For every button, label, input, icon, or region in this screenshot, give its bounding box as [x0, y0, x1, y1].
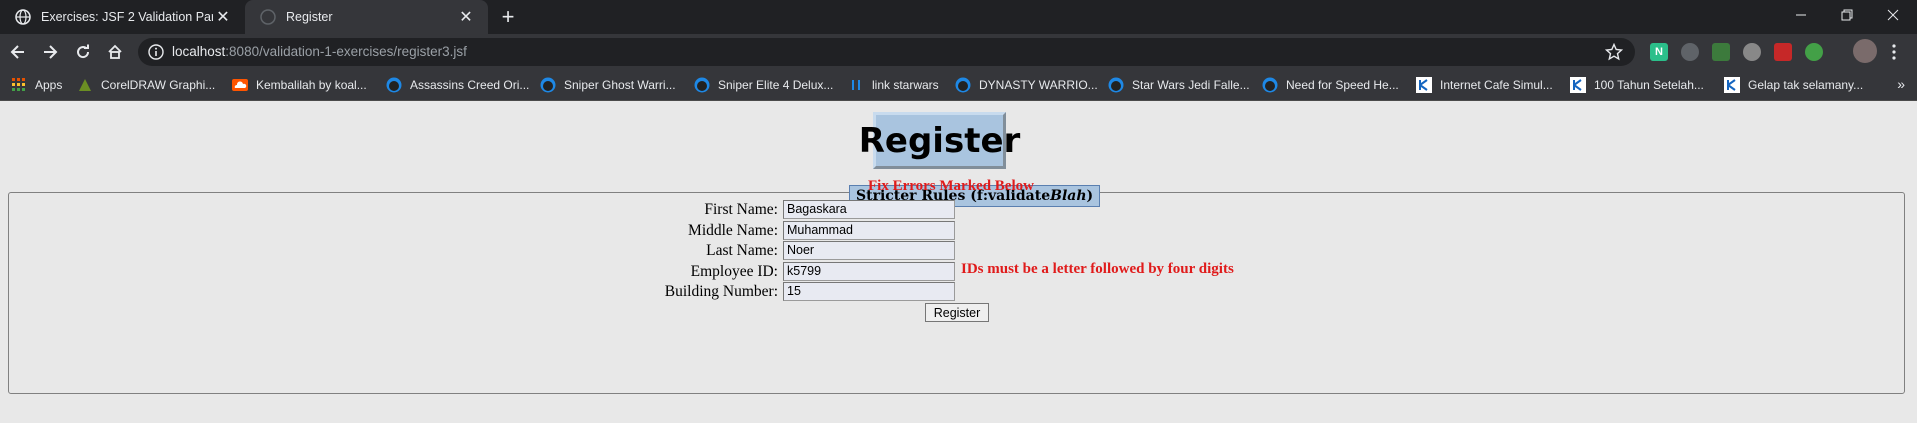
employee-id-error: IDs must be a letter followed by four di…	[961, 261, 1234, 277]
site-info-icon[interactable]	[148, 44, 164, 60]
bookmark-label: Sniper Elite 4 Delux...	[718, 78, 834, 92]
bookmark-label: Gelap tak selamany...	[1748, 78, 1864, 92]
bookmark-star-wars-jedi[interactable]: Star Wars Jedi Falle...	[1108, 76, 1250, 94]
bookmark-kembalilah[interactable]: Kembalilah by koal...	[232, 76, 367, 94]
bookmark-label: Internet Cafe Simul...	[1440, 78, 1553, 92]
page-title: Register	[859, 112, 1020, 169]
employee-id-input[interactable]: k5799	[783, 262, 955, 281]
bookmark-label: Kembalilah by koal...	[256, 78, 367, 92]
avatar[interactable]	[1853, 39, 1877, 63]
legend-italic: Blah	[1050, 188, 1087, 204]
restore-icon[interactable]	[1824, 0, 1870, 30]
tab-title: Exercises: JSF 2 Validation Part 1	[41, 10, 213, 24]
back-icon[interactable]	[6, 40, 30, 64]
game-site-icon	[386, 77, 402, 93]
employee-id-label: Employee ID:	[690, 263, 778, 280]
game-site-icon	[540, 77, 556, 93]
bookmark-assassins-creed[interactable]: Assassins Creed Ori...	[386, 76, 529, 94]
k-site-icon	[1416, 77, 1432, 93]
bookmark-100-tahun[interactable]: 100 Tahun Setelah...	[1570, 76, 1704, 94]
close-tab-icon[interactable]: ✕	[213, 7, 233, 27]
apps-grid-icon	[11, 77, 27, 93]
building-number-input[interactable]: 15	[783, 282, 955, 301]
first-name-input[interactable]: Bagaskara	[783, 200, 955, 219]
bookmark-sniper-elite[interactable]: Sniper Elite 4 Delux...	[694, 76, 833, 94]
bookmark-dynasty-warriors[interactable]: DYNASTY WARRIO...	[955, 76, 1098, 94]
menu-kebab-icon[interactable]	[1888, 43, 1900, 61]
extension-green-icon[interactable]	[1712, 43, 1730, 61]
url-text: localhost:8080/validation-1-exercises/re…	[172, 44, 467, 59]
bookmark-gelap-tak-selamanya[interactable]: Gelap tak selamany...	[1724, 76, 1863, 94]
coreldraw-icon	[77, 77, 93, 93]
bookmark-label: DYNASTY WARRIO...	[979, 78, 1098, 92]
url-host: localhost	[172, 44, 226, 59]
game-site-icon	[1108, 77, 1124, 93]
browser-toolbar: localhost:8080/validation-1-exercises/re…	[0, 34, 1917, 69]
more-bookmarks-icon[interactable]: »	[1897, 76, 1905, 92]
extension-bulb-icon[interactable]	[1681, 43, 1699, 61]
extension-circle-icon[interactable]	[1743, 43, 1761, 61]
tab-exercises[interactable]: Exercises: JSF 2 Validation Part 1 ✕	[0, 0, 245, 34]
forward-icon[interactable]	[38, 40, 62, 64]
bookmark-label: Apps	[35, 78, 63, 92]
bookmark-coreldraw[interactable]: CorelDRAW Graphi...	[77, 76, 215, 94]
home-icon[interactable]	[103, 40, 127, 64]
legend-suffix: )	[1086, 188, 1094, 204]
globe-icon	[15, 9, 31, 25]
extension-red-icon[interactable]	[1774, 43, 1792, 61]
extension-n-icon[interactable]: N	[1650, 43, 1668, 61]
close-window-icon[interactable]	[1870, 0, 1916, 30]
bookmarks-bar: Apps CorelDRAW Graphi... Kembalilah by k…	[0, 69, 1917, 101]
page-content: Register Stricter Rules (f:validateBlah)…	[0, 101, 1917, 423]
tab-register[interactable]: Register ✕	[245, 0, 488, 34]
game-site-icon	[1262, 77, 1278, 93]
page-icon	[260, 9, 276, 25]
soundcloud-icon	[232, 77, 248, 93]
bookmark-internet-cafe[interactable]: Internet Cafe Simul...	[1416, 76, 1553, 94]
url-path: :8080/validation-1-exercises/register3.j…	[225, 44, 467, 59]
bookmark-label: Assassins Creed Ori...	[410, 78, 530, 92]
error-summary: Fix Errors Marked Below	[868, 178, 1034, 194]
tab-strip: Exercises: JSF 2 Validation Part 1 ✕ Reg…	[0, 0, 1917, 34]
bookmark-label: link starwars	[872, 78, 939, 92]
new-tab-button[interactable]: +	[497, 6, 519, 28]
tab-title: Register	[286, 10, 333, 24]
address-bar[interactable]: localhost:8080/validation-1-exercises/re…	[138, 38, 1635, 66]
close-tab-icon[interactable]: ✕	[456, 7, 476, 27]
k-site-icon	[1724, 77, 1740, 93]
middle-name-label: Middle Name:	[688, 222, 778, 239]
bookmark-label: Star Wars Jedi Falle...	[1132, 78, 1250, 92]
bookmark-label: Sniper Ghost Warri...	[564, 78, 676, 92]
bookmark-link-starwars[interactable]: link starwars	[848, 76, 939, 94]
game-site-icon	[955, 77, 971, 93]
first-name-label: First Name:	[704, 201, 778, 218]
bookmark-label: 100 Tahun Setelah...	[1594, 78, 1704, 92]
bookmark-apps[interactable]: Apps	[11, 76, 62, 94]
bookmark-star-icon[interactable]	[1604, 42, 1624, 61]
bookmark-label: Need for Speed He...	[1286, 78, 1399, 92]
last-name-label: Last Name:	[706, 242, 778, 259]
k-site-icon	[1570, 77, 1586, 93]
extension-thumb-icon[interactable]	[1805, 43, 1823, 61]
minimize-icon[interactable]	[1778, 0, 1824, 30]
middle-name-input[interactable]: Muhammad	[783, 221, 955, 240]
reload-icon[interactable]	[71, 40, 95, 64]
bookmark-label: CorelDRAW Graphi...	[101, 78, 216, 92]
game-site-icon	[694, 77, 710, 93]
last-name-input[interactable]: Noer	[783, 241, 955, 260]
building-number-label: Building Number:	[664, 283, 778, 300]
bookmark-need-for-speed[interactable]: Need for Speed He...	[1262, 76, 1399, 94]
link-icon	[848, 77, 864, 93]
register-button[interactable]: Register	[925, 303, 989, 322]
bookmark-sniper-ghost[interactable]: Sniper Ghost Warri...	[540, 76, 676, 94]
